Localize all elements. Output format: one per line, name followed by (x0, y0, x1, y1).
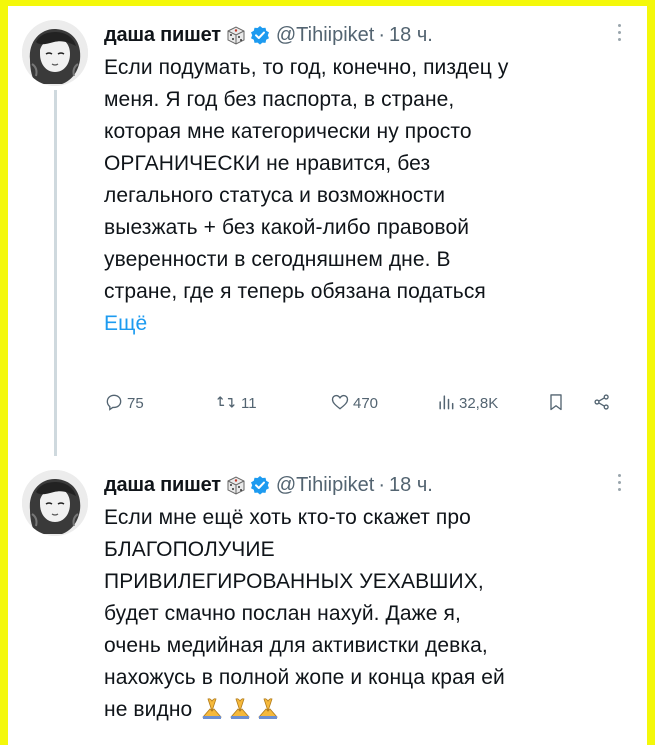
tweet-text-line: которая мне категорически ну просто (104, 120, 472, 143)
tweet-text-line: Если подумать, то год, конечно, пиздец у (104, 56, 509, 79)
tweet-2[interactable]: даша пишет @Tihiipiket · 18 ч. Если мне … (8, 456, 647, 745)
more-icon[interactable] (609, 20, 629, 46)
tweet-text-line: очень медийная для активистки девка, (104, 634, 488, 657)
dice-icon (225, 474, 247, 496)
reply-icon (104, 392, 124, 415)
tweet-header: даша пишет @Tihiipiket · 18 ч. (104, 470, 433, 500)
tweet-timestamp[interactable]: 18 ч. (389, 24, 433, 47)
author-avatar[interactable] (22, 20, 88, 86)
repost-icon (214, 392, 238, 415)
tweet-header: даша пишет @Tihiipiket · 18 ч. (104, 20, 433, 50)
thread-connector-line (54, 90, 57, 456)
tweet-text: Если подумать, то год, конечно, пиздец у… (104, 52, 624, 340)
views-button[interactable]: 32,8K (436, 390, 498, 416)
dice-icon (225, 24, 247, 46)
reply-button[interactable]: 75 (104, 390, 144, 416)
tweet-text-line: Если мне ещё хоть кто-то скажет про (104, 506, 471, 529)
share-button[interactable] (592, 390, 612, 416)
tweet-text-last: не видно (104, 698, 193, 721)
like-count: 470 (353, 394, 379, 412)
share-icon (592, 392, 612, 415)
tweet-actions: 75 11 470 32,8K (104, 390, 624, 416)
tweet-1[interactable]: даша пишет @Tihiipiket · 18 ч. Если поду… (8, 6, 647, 456)
show-more-link[interactable]: Ещё (104, 308, 624, 340)
repost-button[interactable]: 11 (214, 390, 257, 416)
tweet-text-line: уверенности в сегодняшнем дне. В (104, 248, 451, 271)
verified-badge-icon (250, 25, 270, 45)
tweet-text: Если мне ещё хоть кто-то скажет про БЛАГ… (104, 502, 624, 729)
tweet-text-line: ПРИВИЛЕГИРОВАННЫХ УЕХАВШИХ, (104, 570, 484, 593)
bookmark-button[interactable] (546, 390, 566, 416)
like-icon (330, 392, 350, 415)
separator-dot: · (378, 473, 386, 496)
reply-count: 75 (127, 394, 144, 412)
tweet-text-line: легального статуса и возможности (104, 184, 446, 207)
tweet-text-line: выезжать + без какой-либо правовой (104, 216, 470, 239)
bookmark-icon (546, 392, 566, 415)
author-avatar[interactable] (22, 470, 88, 536)
tweet-timestamp[interactable]: 18 ч. (389, 474, 433, 497)
views-count: 32,8K (459, 394, 499, 412)
tweet-text-line: меня. Я год без паспорта, в стране, (104, 88, 455, 111)
author-name[interactable]: даша пишет (104, 24, 221, 47)
tweet-thread: даша пишет @Tihiipiket · 18 ч. Если поду… (8, 6, 647, 745)
views-icon (436, 392, 456, 415)
tweet-text-line: будет смачно послан нахуй. Даже я, (104, 602, 461, 625)
author-handle[interactable]: @Tihiipiket (276, 474, 374, 497)
tweet-text-line: стране, где я теперь обязана податься (104, 280, 486, 303)
tweet-text-line: ОРГАНИЧЕСКИ не нравится, без (104, 152, 431, 175)
pray-hands-icon (200, 697, 284, 729)
like-button[interactable]: 470 (330, 390, 378, 416)
more-icon[interactable] (609, 470, 629, 496)
author-handle[interactable]: @Tihiipiket (276, 24, 374, 47)
separator-dot: · (378, 23, 386, 46)
author-name[interactable]: даша пишет (104, 474, 221, 497)
tweet-text-line: БЛАГОПОЛУЧИЕ (104, 538, 275, 561)
verified-badge-icon (250, 475, 270, 495)
tweet-text-line: нахожусь в полной жопе и конца края ей (104, 666, 505, 689)
tweet-text-line: не видно (104, 694, 624, 729)
repost-count: 11 (241, 394, 257, 412)
